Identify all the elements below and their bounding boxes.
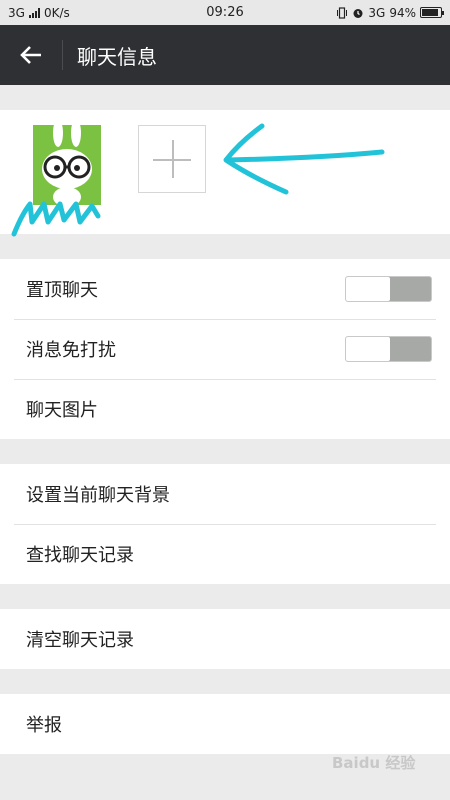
network-speed: 0K/s [43,5,70,20]
settings-group-3: 清空聊天记录 [0,609,450,669]
report-label: 举报 [26,715,62,736]
clear-history-label: 清空聊天记录 [26,630,134,651]
chat-background-label: 设置当前聊天背景 [26,485,170,506]
back-arrow-icon [20,46,41,64]
battery-icon [420,7,444,18]
signal-icon [28,7,40,18]
status-bar: 3G 0K/s 09:26 3G 94% [0,0,450,25]
list-item-search-history[interactable]: 查找聊天记录 [0,524,450,584]
pin-chat-label: 置顶聊天 [26,280,98,301]
page-title: 聊天信息 [77,44,157,69]
settings-group-4: 举报 [0,694,450,754]
back-button[interactable] [0,25,62,85]
clock: 09:26 [206,5,244,20]
toggle-knob [346,337,390,361]
settings-group-2: 设置当前聊天背景 查找聊天记录 [0,464,450,584]
list-item-report[interactable]: 举报 [0,694,450,754]
list-item-chat-background[interactable]: 设置当前聊天背景 [0,464,450,524]
battery-percent: 94% [389,5,416,20]
mute-label: 消息免打扰 [26,340,116,361]
member-avatar[interactable] [33,125,101,205]
list-item-clear-history[interactable]: 清空聊天记录 [0,609,450,669]
add-member-button[interactable] [138,125,206,193]
settings-group-1: 置顶聊天 消息免打扰 聊天图片 [0,259,450,439]
header-divider [62,40,63,70]
vibrate-icon [337,6,348,19]
rabbit-avatar [33,125,101,205]
watermark: Baidu 经验 [332,754,416,772]
toggle-knob [346,277,390,301]
network-type-left: 3G [8,5,25,20]
alarm-icon [353,8,363,18]
chat-images-label: 聊天图片 [26,400,98,421]
header-bar: 聊天信息 [0,25,450,85]
search-history-label: 查找聊天记录 [26,545,134,566]
pin-chat-toggle[interactable] [345,276,432,302]
network-type-right: 3G [368,5,386,20]
list-item-mute[interactable]: 消息免打扰 [0,319,450,379]
list-item-pin-chat[interactable]: 置顶聊天 [0,259,450,319]
list-item-chat-images[interactable]: 聊天图片 [0,379,450,439]
members-section [0,110,450,234]
mute-toggle[interactable] [345,336,432,362]
